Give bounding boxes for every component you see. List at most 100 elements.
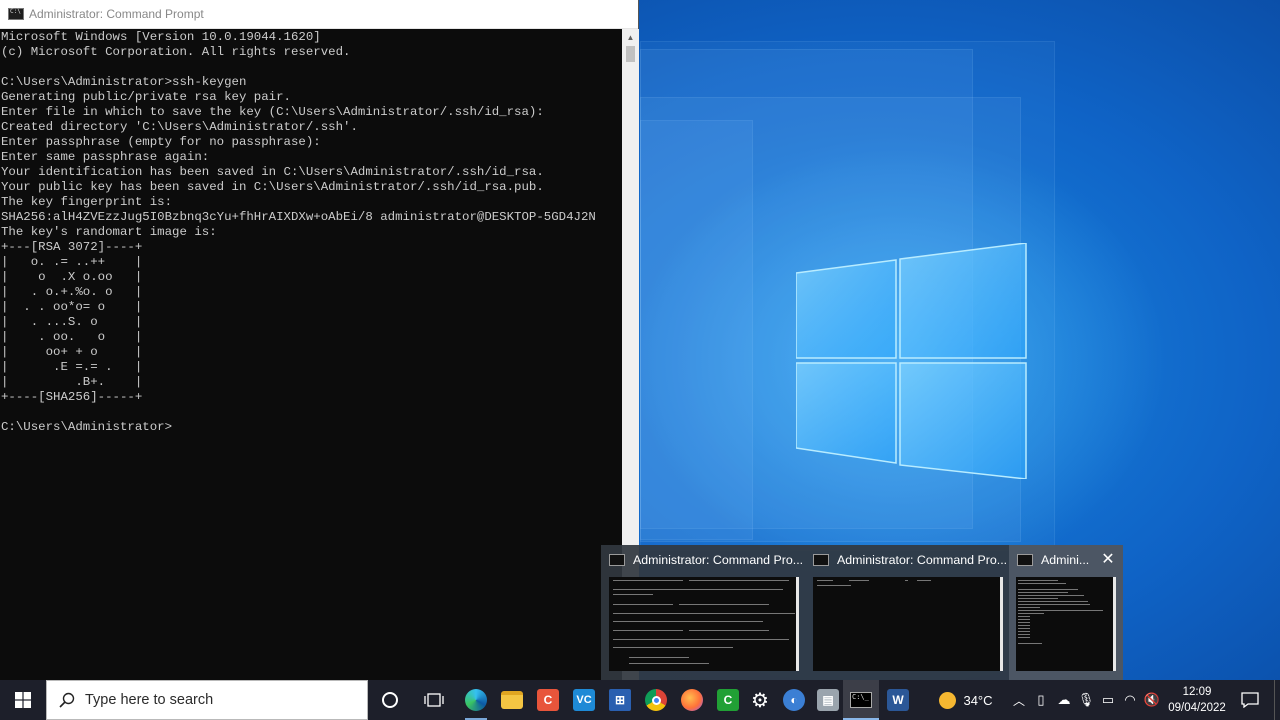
- tray-item-onedrive[interactable]: ☁: [1053, 680, 1075, 720]
- taskbar-app-settings[interactable]: ⚙: [742, 680, 778, 720]
- window-title: Administrator: Command Prompt: [29, 7, 204, 21]
- taskbar-app-blue-circle[interactable]: ◐: [776, 680, 812, 720]
- taskbar-app-edge[interactable]: [458, 680, 494, 720]
- taskbar-app-word[interactable]: W: [880, 680, 916, 720]
- taskbar: Type here to search C VC ⊞ C ⚙ ◐ ▤ C:\_ …: [0, 680, 1280, 720]
- console-line: | o .X o.oo |: [1, 270, 143, 284]
- weather-temperature: 34°C: [963, 692, 993, 708]
- show-hidden-icons-button[interactable]: ︿: [1009, 680, 1029, 720]
- thumbnail-preview: [1016, 577, 1116, 671]
- taskbar-clock[interactable]: 12:09 09/04/2022: [1162, 680, 1232, 720]
- chevron-up-icon: ︿: [1012, 693, 1025, 708]
- console-line: | .B+. |: [1, 375, 143, 389]
- battery-icon: ▭: [1101, 692, 1115, 707]
- vscode-icon: VC: [573, 689, 595, 711]
- thumbnail-title: Administrator: Command Pro...: [837, 553, 1008, 567]
- folder-icon: [501, 691, 523, 709]
- gray-app-icon: ▤: [817, 689, 839, 711]
- red-app-icon: C: [537, 689, 559, 711]
- taskbar-app-gray[interactable]: ▤: [810, 680, 846, 720]
- clock-date: 09/04/2022: [1168, 702, 1226, 714]
- microphone-icon: 🎙: [1077, 692, 1095, 707]
- task-view-icon: [424, 693, 444, 707]
- thumbnail-window-2[interactable]: Administrator: Command Pro...: [805, 545, 1009, 680]
- console-line: | . ...S. o |: [1, 315, 143, 329]
- notification-icon: [1241, 692, 1259, 708]
- console-line: Your public key has been saved in C:\Use…: [1, 180, 544, 194]
- console-line: | . o.+.%o. o |: [1, 285, 143, 299]
- edge-icon: [465, 689, 487, 711]
- taskbar-app-network[interactable]: ⊞: [602, 680, 638, 720]
- command-prompt-window[interactable]: Administrator: Command Prompt Microsoft …: [0, 0, 639, 680]
- window-titlebar[interactable]: Administrator: Command Prompt: [0, 0, 638, 29]
- windows-start-icon: [15, 692, 31, 708]
- action-center-button[interactable]: [1236, 680, 1264, 720]
- console-line: C:\Users\Administrator>ssh-keygen: [1, 75, 247, 89]
- taskbar-search-box[interactable]: Type here to search: [46, 680, 368, 720]
- tray-item-battery[interactable]: ▭: [1098, 680, 1118, 720]
- console-line: | . oo. o |: [1, 330, 143, 344]
- network-app-icon: ⊞: [609, 689, 631, 711]
- taskbar-app-red[interactable]: C: [530, 680, 566, 720]
- weather-widget[interactable]: 34°C: [936, 680, 996, 720]
- clock-time: 12:09: [1182, 686, 1212, 698]
- console-line: The key fingerprint is:: [1, 195, 173, 209]
- console-output[interactable]: Microsoft Windows [Version 10.0.19044.16…: [0, 29, 622, 680]
- console-line: SHA256:alH4ZVEzzJug5I0Bzbnq3cYu+fhHrAIXD…: [1, 210, 596, 224]
- blue-circle-app-icon: ◐: [783, 689, 805, 711]
- search-placeholder: Type here to search: [85, 692, 214, 708]
- thumbnail-window-3[interactable]: Admini... ✕: [1009, 545, 1123, 680]
- taskbar-app-command-prompt[interactable]: C:\_: [843, 680, 879, 720]
- gear-icon: ⚙: [751, 689, 769, 712]
- cloud-icon: ☁: [1057, 692, 1071, 707]
- device-icon: ▯: [1037, 692, 1045, 707]
- thumbnail-preview: [609, 577, 799, 671]
- console-line: Enter passphrase (empty for no passphras…: [1, 135, 321, 149]
- cmd-icon: [8, 8, 24, 20]
- show-desktop-button[interactable]: [1274, 680, 1280, 720]
- console-line: C:\Users\Administrator>: [1, 420, 173, 434]
- sun-weather-icon: [939, 691, 957, 709]
- cortana-button[interactable]: [372, 680, 408, 720]
- cortana-circle-icon: [382, 692, 398, 708]
- windows-logo-wallpaper: [796, 243, 1027, 479]
- cmd-icon: [813, 554, 829, 566]
- start-button[interactable]: [0, 680, 46, 720]
- console-line: Your identification has been saved in C:…: [1, 165, 544, 179]
- taskbar-app-vscode[interactable]: VC: [566, 680, 602, 720]
- console-line: Created directory 'C:\Users\Administrato…: [1, 120, 358, 134]
- console-line: Microsoft Windows [Version 10.0.19044.16…: [1, 30, 321, 44]
- scroll-up-arrow-icon[interactable]: ▲: [622, 29, 639, 45]
- taskbar-app-green[interactable]: C: [710, 680, 746, 720]
- chrome-icon: [645, 689, 667, 711]
- close-icon[interactable]: ✕: [1099, 551, 1117, 569]
- task-view-button[interactable]: [416, 680, 452, 720]
- console-line: Generating public/private rsa key pair.: [1, 90, 291, 104]
- console-line: +----[SHA256]-----+: [1, 390, 143, 404]
- console-line: Enter same passphrase again:: [1, 150, 210, 164]
- word-icon: W: [887, 689, 909, 711]
- console-line: +---[RSA 3072]----+: [1, 240, 143, 254]
- tray-item-wifi[interactable]: ◠: [1120, 680, 1140, 720]
- tray-item-device[interactable]: ▯: [1031, 680, 1051, 720]
- taskbar-app-chrome[interactable]: [638, 680, 674, 720]
- taskbar-app-firefox[interactable]: [674, 680, 710, 720]
- thumbnail-title: Administrator: Command Pro...: [633, 553, 804, 567]
- wallpaper-pane: [640, 120, 753, 540]
- tray-item-volume[interactable]: 🔇: [1142, 680, 1162, 720]
- volume-muted-icon: 🔇: [1143, 692, 1161, 707]
- firefox-icon: [681, 689, 703, 711]
- search-icon: [59, 692, 75, 708]
- console-line: | . . oo*o= o |: [1, 300, 143, 314]
- tray-item-microphone[interactable]: 🎙: [1076, 680, 1096, 720]
- thumbnail-window-1[interactable]: Administrator: Command Pro...: [601, 545, 805, 680]
- scrollbar-thumb[interactable]: [626, 46, 635, 62]
- cmd-icon: [1017, 554, 1033, 566]
- green-app-icon: C: [717, 689, 739, 711]
- taskbar-app-file-explorer[interactable]: [494, 680, 530, 720]
- taskbar-thumbnail-popup: Administrator: Command Pro... Administra…: [601, 545, 1123, 680]
- console-line: The key's randomart image is:: [1, 225, 217, 239]
- console-line: | oo+ + o |: [1, 345, 143, 359]
